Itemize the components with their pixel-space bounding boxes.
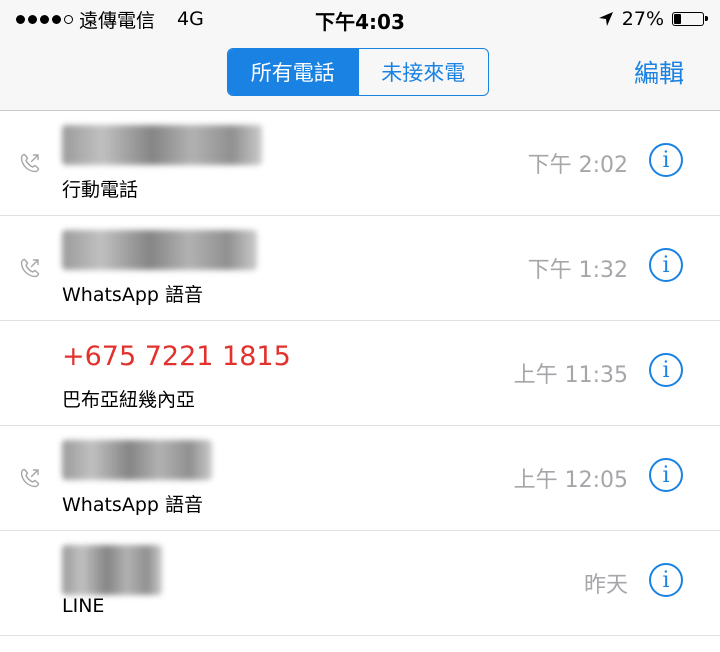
call-subtitle: 巴布亞紐幾內亞 bbox=[62, 389, 196, 411]
call-row[interactable]: +675 7221 1815 巴布亞紐幾內亞 上午 11:35 i bbox=[0, 321, 720, 426]
status-right: 27% bbox=[598, 6, 708, 32]
call-subtitle: WhatsApp 語音 bbox=[62, 494, 203, 516]
battery-icon bbox=[672, 12, 708, 26]
info-icon: i bbox=[662, 357, 670, 383]
info-button[interactable]: i bbox=[649, 353, 683, 387]
outgoing-call-icon bbox=[20, 153, 40, 173]
call-time: 上午 11:35 bbox=[513, 363, 628, 388]
call-time: 下午 1:32 bbox=[527, 258, 628, 283]
redacted-contact-name bbox=[62, 125, 262, 165]
info-button[interactable]: i bbox=[649, 143, 683, 177]
info-icon: i bbox=[662, 462, 670, 488]
info-icon: i bbox=[662, 567, 670, 593]
info-button[interactable]: i bbox=[649, 248, 683, 282]
call-subtitle: WhatsApp 語音 bbox=[62, 284, 203, 306]
nav-bar: 所有電話 未接來電 編輯 bbox=[0, 40, 720, 111]
missed-call-number: +675 7221 1815 bbox=[62, 341, 291, 372]
call-subtitle: 行動電話 bbox=[62, 179, 139, 201]
status-left: 遠傳電信 4G bbox=[16, 6, 204, 32]
info-button[interactable]: i bbox=[649, 458, 683, 492]
call-time: 昨天 bbox=[583, 573, 628, 598]
recent-calls-list: 行動電話 下午 2:02 i WhatsApp 語音 下午 1:32 i +67… bbox=[0, 111, 720, 636]
info-button[interactable]: i bbox=[649, 563, 683, 597]
battery-fill bbox=[674, 14, 681, 24]
redacted-contact-name bbox=[62, 545, 162, 595]
call-row[interactable]: WhatsApp 語音 下午 1:32 i bbox=[0, 216, 720, 321]
signal-strength-icon bbox=[16, 14, 73, 24]
call-subtitle: LINE bbox=[62, 595, 105, 617]
call-filter-segmented-control: 所有電話 未接來電 bbox=[227, 48, 489, 96]
status-bar: 遠傳電信 4G 下午4:03 27% bbox=[0, 0, 720, 40]
call-row[interactable]: WhatsApp 語音 上午 12:05 i bbox=[0, 426, 720, 531]
edit-button[interactable]: 編輯 bbox=[634, 54, 684, 90]
carrier-name: 遠傳電信 bbox=[79, 9, 156, 32]
segment-all-calls[interactable]: 所有電話 bbox=[228, 49, 358, 95]
segment-missed-calls[interactable]: 未接來電 bbox=[357, 49, 489, 95]
location-arrow-icon bbox=[598, 12, 613, 26]
battery-percent: 27% bbox=[621, 8, 664, 30]
redacted-contact-name bbox=[62, 440, 212, 480]
outgoing-call-icon bbox=[20, 468, 40, 488]
call-row[interactable]: LINE 昨天 i bbox=[0, 531, 720, 636]
outgoing-call-icon bbox=[20, 258, 40, 278]
call-time: 下午 2:02 bbox=[527, 153, 628, 178]
info-icon: i bbox=[662, 147, 670, 173]
redacted-contact-name bbox=[62, 230, 257, 270]
info-icon: i bbox=[662, 252, 670, 278]
call-time: 上午 12:05 bbox=[513, 468, 628, 493]
network-type: 4G bbox=[177, 8, 204, 30]
call-row[interactable]: 行動電話 下午 2:02 i bbox=[0, 111, 720, 216]
